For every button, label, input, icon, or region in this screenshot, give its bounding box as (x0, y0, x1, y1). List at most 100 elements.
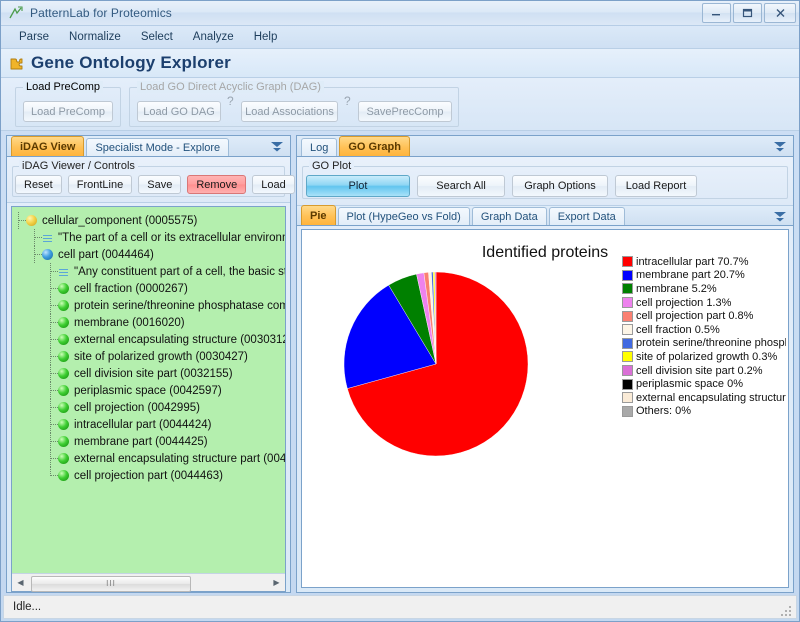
legend-color-swatch (622, 392, 633, 404)
idag-panel: iDAG View Specialist Mode - Explore iDAG… (6, 135, 295, 593)
tree-node[interactable]: cell projection part (0044463) (16, 467, 285, 484)
tree-node[interactable]: cell part (0044464) (16, 246, 285, 263)
tab-export-data[interactable]: Export Data (548, 207, 625, 225)
minimize-button[interactable] (702, 3, 731, 23)
legend-item[interactable]: membrane part 20.7% (622, 269, 786, 283)
legend-item[interactable]: site of polarized growth 0.3% (622, 350, 786, 364)
tree-node[interactable]: protein serine/threonine phosphatase com… (16, 297, 285, 314)
scrollbar-track[interactable]: III (29, 574, 268, 592)
menu-item-select[interactable]: Select (131, 28, 183, 46)
tab-log[interactable]: Log (301, 138, 338, 156)
maximize-button[interactable] (733, 3, 762, 23)
load-associations-button[interactable]: Load Associations (241, 101, 338, 122)
tab-pie[interactable]: Pie (301, 205, 336, 225)
tree-indent (16, 314, 58, 331)
tree-node[interactable]: "Any constituent part of a cell, the bas… (16, 263, 285, 280)
graph-options-button[interactable]: Graph Options (512, 175, 608, 197)
legend-item[interactable]: periplasmic space 0% (622, 377, 786, 391)
legend-color-swatch (622, 297, 633, 309)
green-sphere-icon (58, 283, 69, 294)
legend-item[interactable]: membrane 5.2% (622, 282, 786, 296)
green-sphere-icon (58, 300, 69, 311)
tab-idag-view[interactable]: iDAG View (11, 136, 85, 156)
save-button[interactable]: Save (138, 175, 182, 194)
tree-node[interactable]: intracellular part (0044424) (16, 416, 285, 433)
load-precomp-button[interactable]: Load PreComp (23, 101, 113, 122)
tree-node[interactable]: membrane part (0044425) (16, 433, 285, 450)
tab-specialist-mode[interactable]: Specialist Mode - Explore (86, 138, 230, 156)
legend-item[interactable]: cell division site part 0.2% (622, 364, 786, 378)
tree-node[interactable]: cell projection (0042995) (16, 399, 285, 416)
legend-item[interactable]: intracellular part 70.7% (622, 255, 786, 269)
tree-indent (16, 212, 26, 229)
resize-grip-icon[interactable] (781, 604, 793, 616)
green-sphere-icon (58, 317, 69, 328)
tree-node-label: external encapsulating structure (003031… (74, 333, 285, 346)
close-button[interactable] (764, 3, 796, 23)
dag-help-icon[interactable]: ? (227, 94, 234, 108)
tree-node-label: protein serine/threonine phosphatase com… (74, 299, 285, 312)
frontline-button[interactable]: FrontLine (67, 175, 133, 194)
green-sphere-icon (58, 368, 69, 379)
save-precomp-button[interactable]: SavePrecComp (358, 101, 452, 122)
tree-node-label: membrane part (0044425) (74, 435, 208, 448)
green-sphere-icon (58, 402, 69, 413)
tree-indent (16, 416, 58, 433)
tree-node[interactable]: external encapsulating structure (003031… (16, 331, 285, 348)
chart-tab-strip: Pie Plot (HypeGeo vs Fold) Graph Data Ex… (297, 205, 793, 226)
tree-indent (16, 399, 58, 416)
associations-help-icon[interactable]: ? (344, 94, 351, 108)
tab-graph-data[interactable]: Graph Data (471, 207, 547, 225)
legend-label: cell division site part 0.2% (636, 364, 763, 377)
green-sphere-icon (58, 334, 69, 345)
tree-node-label: membrane (0016020) (74, 316, 185, 329)
search-all-button[interactable]: Search All (417, 175, 505, 197)
tree-indent (16, 297, 58, 314)
load-go-dag-button[interactable]: Load GO DAG (137, 101, 221, 122)
plot-button[interactable]: Plot (306, 175, 410, 197)
status-bar: Idle... (3, 595, 797, 619)
menu-item-help[interactable]: Help (244, 28, 288, 46)
chevron-double-down-icon[interactable] (773, 210, 787, 223)
menu-item-normalize[interactable]: Normalize (59, 28, 131, 46)
tree-node[interactable]: site of polarized growth (0030427) (16, 348, 285, 365)
idag-controls: iDAG Viewer / Controls Reset FrontLine S… (7, 157, 295, 203)
legend-item[interactable]: cell fraction 0.5% (622, 323, 786, 337)
green-sphere-icon (58, 453, 69, 464)
legend-item[interactable]: Others: 0% (622, 405, 786, 419)
legend-item[interactable]: cell projection 1.3% (622, 296, 786, 310)
load-button[interactable]: Load (252, 175, 295, 194)
scroll-left-arrow[interactable]: ◀ (12, 574, 29, 591)
tree-node[interactable]: cell fraction (0000267) (16, 280, 285, 297)
chevron-double-down-icon[interactable] (270, 140, 284, 153)
tab-go-graph[interactable]: GO Graph (339, 136, 410, 156)
precomp-group-label: Load PreComp (23, 81, 103, 93)
tree-node-label: cell projection part (0044463) (74, 469, 223, 482)
tree-horizontal-scrollbar[interactable]: ◀ III ▶ (12, 573, 285, 592)
scroll-right-arrow[interactable]: ▶ (268, 574, 285, 591)
legend-item[interactable]: external encapsulating structure part ( (622, 391, 786, 405)
go-graph-panel: Log GO Graph GO Plot Plot Search All Gra… (296, 135, 794, 593)
legend-item[interactable]: cell projection part 0.8% (622, 309, 786, 323)
chevron-double-down-icon[interactable] (773, 140, 787, 153)
idag-tree[interactable]: cellular_component (0005575) "The part of… (12, 207, 285, 573)
load-report-button[interactable]: Load Report (615, 175, 697, 197)
remove-button[interactable]: Remove (187, 175, 247, 194)
tree-indent (16, 433, 58, 450)
tree-node-label: "Any constituent part of a cell, the bas… (74, 265, 285, 278)
tab-plot-hypegeo-vs-fold[interactable]: Plot (HypeGeo vs Fold) (337, 207, 470, 225)
tree-node[interactable]: "The part of a cell or its extracellular… (16, 229, 285, 246)
tree-node[interactable]: periplasmic space (0042597) (16, 382, 285, 399)
legend-label: cell fraction 0.5% (636, 323, 720, 336)
reset-button[interactable]: Reset (15, 175, 62, 194)
tree-node-label: cell fraction (0000267) (74, 282, 188, 295)
legend-item[interactable]: protein serine/threonine phosphatase (622, 337, 786, 351)
tree-node[interactable]: external encapsulating structure part (0… (16, 450, 285, 467)
scrollbar-thumb[interactable]: III (31, 575, 191, 592)
menu-item-parse[interactable]: Parse (9, 28, 59, 46)
tree-node[interactable]: membrane (0016020) (16, 314, 285, 331)
menu-item-analyze[interactable]: Analyze (183, 28, 244, 46)
tree-node[interactable]: cell division site part (0032155) (16, 365, 285, 382)
tree-node[interactable]: cellular_component (0005575) (16, 212, 285, 229)
load-toolbar: Load PreComp Load PreComp Load GO Direct… (1, 78, 799, 131)
